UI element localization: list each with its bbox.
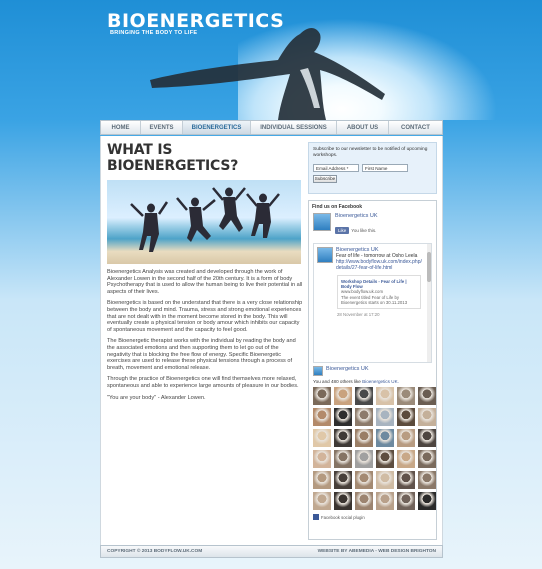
- fan-avatar[interactable]: [376, 429, 394, 447]
- page-title: WHAT IS BIOENERGETICS?: [107, 142, 239, 174]
- newsletter-fields: Email Address * First Name: [313, 163, 432, 172]
- fan-avatar[interactable]: [313, 492, 331, 510]
- body-paragraph-2: Bioenergetics is based on the understand…: [107, 300, 303, 333]
- footer: COPYRIGHT © 2013 BODYFLOW.UK.COM WEBSITE…: [100, 545, 443, 558]
- post2-avatar[interactable]: [313, 366, 323, 376]
- fan-avatar[interactable]: [355, 492, 373, 510]
- like-row: Like You like this.: [335, 227, 376, 234]
- fan-avatar[interactable]: [397, 450, 415, 468]
- post2-header: Bioenergetics UK: [309, 363, 436, 376]
- main-content: WHAT IS BIOENERGETICS? Bioenergetics Ana…: [107, 142, 303, 401]
- fans-grid: [309, 387, 436, 510]
- like-note: You like this.: [351, 228, 377, 233]
- plugin-label[interactable]: Facebook social plugin: [321, 515, 365, 520]
- fan-avatar[interactable]: [334, 429, 352, 447]
- nav-bioenergetics[interactable]: BIOENERGETICS: [183, 121, 251, 134]
- card-title: Workshop Details - Fear of Life | Body F…: [341, 279, 407, 290]
- post2-author[interactable]: Bioenergetics UK: [326, 366, 369, 376]
- fan-avatar[interactable]: [313, 408, 331, 426]
- beach-jumping-photo: [107, 180, 301, 264]
- quote-paragraph: "You are your body" - Alexander Lowen.: [107, 394, 206, 401]
- fan-avatar[interactable]: [418, 471, 436, 489]
- fan-avatar[interactable]: [397, 492, 415, 510]
- content-panel: WHAT IS BIOENERGETICS? Bioenergetics Ana…: [100, 136, 443, 545]
- fan-avatar[interactable]: [397, 429, 415, 447]
- fan-avatar[interactable]: [355, 387, 373, 405]
- post-link[interactable]: http://www.bodyflow.uk.com/index.php/det…: [336, 259, 424, 271]
- facebook-page-name[interactable]: Bioenergetics UK: [335, 213, 378, 219]
- credit-link[interactable]: WEBSITE BY ABEMEDIA - WEB DESIGN BRIGHTO…: [318, 549, 436, 554]
- fan-avatar[interactable]: [334, 492, 352, 510]
- fan-avatar[interactable]: [313, 429, 331, 447]
- post-header: Bioenergetics UK Fear of life - tomorrow…: [317, 247, 428, 271]
- like-button[interactable]: Like: [335, 227, 350, 234]
- page-thumbnail[interactable]: [313, 213, 331, 231]
- fan-avatar[interactable]: [376, 450, 394, 468]
- fan-avatar[interactable]: [376, 387, 394, 405]
- stream-scrollbar[interactable]: [427, 244, 431, 362]
- fan-avatar[interactable]: [355, 429, 373, 447]
- fan-avatar[interactable]: [313, 387, 331, 405]
- fan-avatar[interactable]: [376, 408, 394, 426]
- fan-avatar[interactable]: [397, 471, 415, 489]
- fan-avatar[interactable]: [355, 408, 373, 426]
- fan-avatar[interactable]: [397, 387, 415, 405]
- fan-avatar[interactable]: [376, 471, 394, 489]
- facebook-page-row: Bioenergetics UK Like You like this.: [309, 213, 436, 237]
- hero-banner: BIOENERGETICS BRINGING THE BODY TO LIFE: [0, 0, 542, 120]
- nav-events[interactable]: EVENTS: [141, 121, 183, 134]
- fan-avatar[interactable]: [397, 408, 415, 426]
- facebook-icon: [313, 514, 319, 520]
- scroll-thumb[interactable]: [427, 252, 431, 282]
- fan-avatar[interactable]: [355, 450, 373, 468]
- copyright-text: COPYRIGHT © 2013 BODYFLOW.UK.COM: [107, 549, 203, 554]
- fan-avatar[interactable]: [334, 471, 352, 489]
- fan-avatar[interactable]: [418, 492, 436, 510]
- fan-avatar[interactable]: [418, 429, 436, 447]
- nav-contact[interactable]: CONTACT: [389, 121, 442, 134]
- jumping-people-image: [130, 187, 280, 252]
- fan-avatar[interactable]: [376, 492, 394, 510]
- fan-avatar[interactable]: [418, 450, 436, 468]
- sidebar: Subscribe to our newsletter to be notifi…: [308, 142, 437, 540]
- newsletter-box: Subscribe to our newsletter to be notifi…: [308, 142, 437, 194]
- body-paragraph-3: The Bioenergetic therapist works with th…: [107, 338, 296, 371]
- card-description: The event titled Fear of Life by Bioener…: [341, 294, 408, 305]
- main-nav: HOME EVENTS BIOENERGETICS INDIVIDUAL SES…: [100, 120, 443, 135]
- fans-text: You and 480 others like: [313, 379, 361, 384]
- facebook-plugin-row: Facebook social plugin: [309, 510, 436, 524]
- post-avatar[interactable]: [317, 247, 333, 263]
- post-date: 28 November at 17:20: [337, 312, 380, 318]
- first-name-field[interactable]: First Name: [362, 163, 408, 172]
- fan-avatar[interactable]: [334, 408, 352, 426]
- nav-home[interactable]: HOME: [101, 121, 141, 134]
- fans-page-link[interactable]: Bioenergetics UK.: [362, 379, 399, 384]
- fan-avatar[interactable]: [418, 387, 436, 405]
- nav-individual-sessions[interactable]: INDIVIDUAL SESSIONS: [251, 121, 337, 134]
- fan-avatar[interactable]: [418, 408, 436, 426]
- fans-count: You and 480 others like Bioenergetics UK…: [309, 376, 436, 387]
- facebook-widget: Find us on Facebook Bioenergetics UK Lik…: [308, 200, 437, 540]
- body-paragraph-4: Through the practice of Bioenergetics on…: [107, 376, 299, 389]
- subscribe-button[interactable]: Subscribe: [313, 174, 337, 183]
- fan-avatar[interactable]: [334, 387, 352, 405]
- link-preview-card[interactable]: Workshop Details - Fear of Life | Body F…: [337, 275, 421, 310]
- facebook-stream[interactable]: Bioenergetics UK Fear of life - tomorrow…: [313, 243, 432, 363]
- newsletter-text: Subscribe to our newsletter to be notifi…: [313, 147, 428, 158]
- fan-avatar[interactable]: [334, 450, 352, 468]
- email-field[interactable]: Email Address *: [313, 163, 359, 172]
- nav-about-us[interactable]: ABOUT US: [337, 121, 389, 134]
- fan-avatar[interactable]: [355, 471, 373, 489]
- facebook-heading: Find us on Facebook: [312, 204, 363, 210]
- fan-avatar[interactable]: [313, 471, 331, 489]
- fan-avatar[interactable]: [313, 450, 331, 468]
- intro-paragraph: Bioenergetics Analysis was created and d…: [107, 269, 303, 295]
- silhouette-woman-image: [150, 28, 385, 120]
